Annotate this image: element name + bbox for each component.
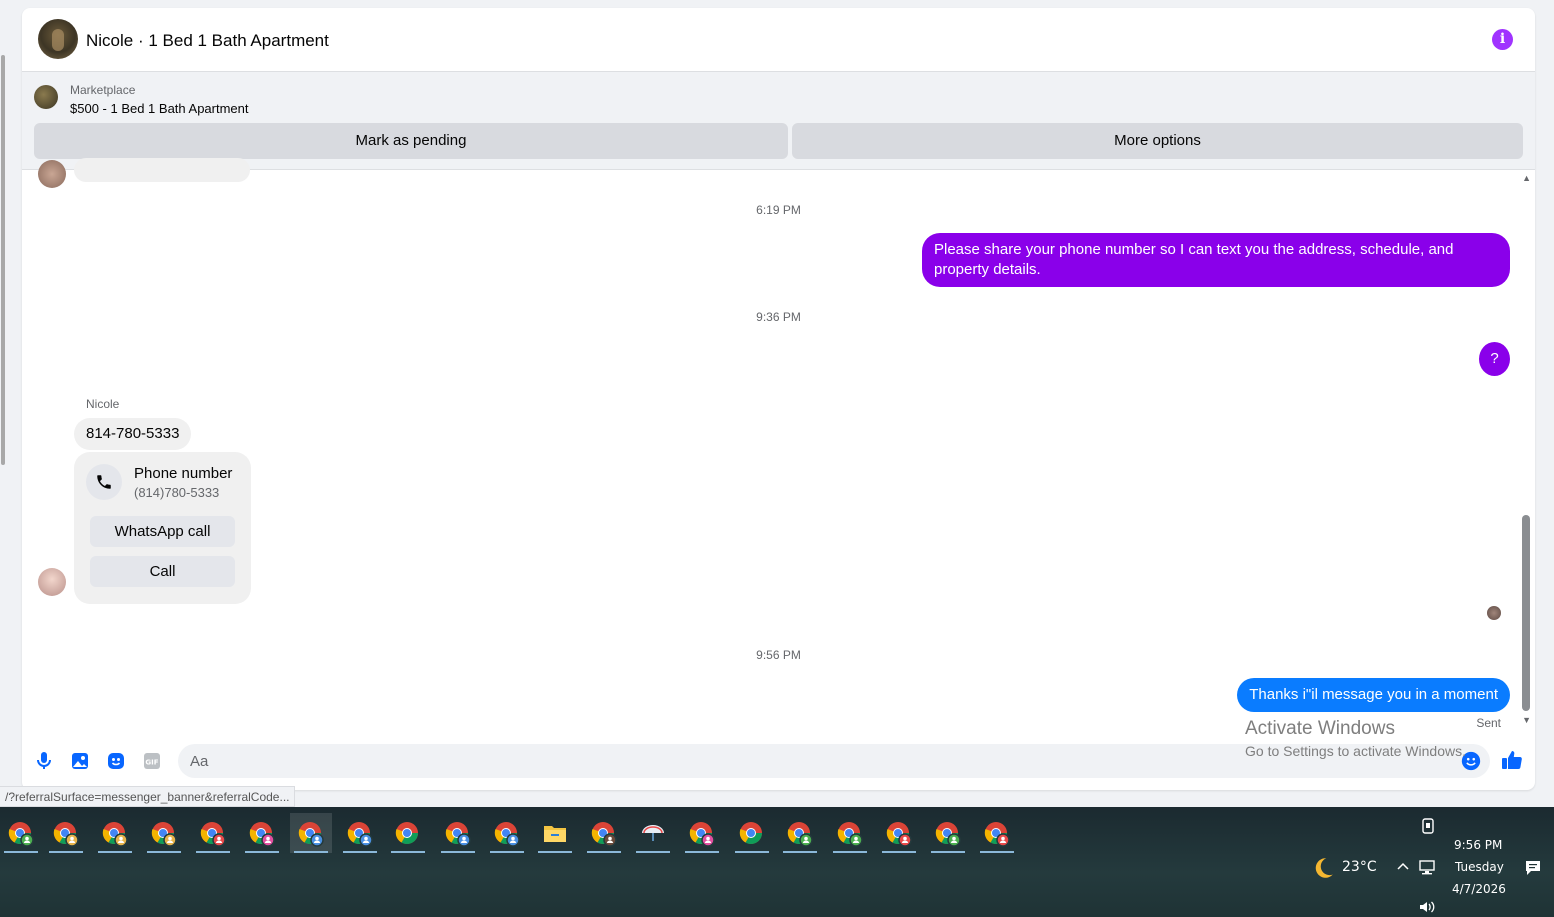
link-preview-url: /?referralSurface=messenger_banner&refer… <box>0 786 296 807</box>
chrome-icon[interactable] <box>387 813 429 853</box>
weather-moon-icon[interactable] <box>1310 855 1336 885</box>
chat-window: Nicole · 1 Bed 1 Bath Apartment i Market… <box>22 8 1535 790</box>
mark-as-pending-button[interactable]: Mark as pending <box>34 123 788 159</box>
sticker-icon[interactable] <box>104 749 128 773</box>
chrome-icon[interactable] <box>681 813 723 853</box>
more-options-button[interactable]: More options <box>792 123 1523 159</box>
timestamp: 6:19 PM <box>756 203 801 217</box>
outgoing-message[interactable]: Please share your phone number so I can … <box>922 233 1510 287</box>
gif-icon[interactable]: GIF <box>140 749 164 773</box>
phone-number-card: Phone number (814)780-5333 WhatsApp call… <box>74 452 251 604</box>
marketplace-label: Marketplace <box>70 83 136 97</box>
clock-day[interactable]: Tuesday <box>1455 860 1504 874</box>
avatar[interactable] <box>38 568 66 596</box>
timestamp: 9:36 PM <box>756 310 801 324</box>
windows-taskbar: 23°C 9:56 PM Tuesday 4/7/2026 <box>0 807 1554 917</box>
message-status: Sent <box>1476 716 1501 730</box>
file-explorer-icon[interactable] <box>534 813 576 853</box>
read-receipt-avatar <box>1487 606 1501 620</box>
sender-name: Nicole <box>86 397 120 411</box>
chrome-icon[interactable] <box>583 813 625 853</box>
call-button[interactable]: Call <box>90 556 235 587</box>
device-icon[interactable] <box>1420 817 1436 839</box>
outgoing-message[interactable]: ? <box>1479 342 1510 376</box>
microphone-icon[interactable] <box>32 749 56 773</box>
chrome-icon[interactable] <box>290 813 332 853</box>
chrome-icon[interactable] <box>94 813 136 853</box>
chrome-icon[interactable] <box>0 813 42 853</box>
scroll-down-arrow-icon[interactable]: ▼ <box>1522 715 1531 725</box>
chrome-icon[interactable] <box>486 813 528 853</box>
incoming-message-partial <box>74 158 250 182</box>
card-title: Phone number <box>134 465 233 482</box>
timestamp: 9:56 PM <box>756 648 801 662</box>
incoming-message[interactable]: 814-780-5333 <box>74 418 192 450</box>
app-icon[interactable] <box>632 813 674 853</box>
listing-title[interactable]: $500 - 1 Bed 1 Bath Apartment <box>70 101 249 116</box>
chrome-icon[interactable] <box>437 813 479 853</box>
clock-time[interactable]: 9:56 PM <box>1454 838 1502 852</box>
message-list: 6:19 PM Please share your phone number s… <box>22 158 1535 742</box>
marketplace-banner: Marketplace $500 - 1 Bed 1 Bath Apartmen… <box>22 72 1535 170</box>
watermark-title: Activate Windows <box>1245 718 1395 739</box>
chrome-icon[interactable] <box>878 813 920 853</box>
weather-temperature[interactable]: 23°C <box>1342 859 1377 875</box>
chrome-icon[interactable] <box>241 813 283 853</box>
chat-title[interactable]: Nicole · 1 Bed 1 Bath Apartment <box>86 31 329 51</box>
chrome-icon[interactable] <box>143 813 185 853</box>
chrome-icon[interactable] <box>779 813 821 853</box>
speaker-icon[interactable] <box>1418 899 1436 917</box>
activate-windows-watermark: Activate Windows Go to Settings to activ… <box>1245 718 1466 759</box>
chrome-icon[interactable] <box>192 813 234 853</box>
phone-icon <box>86 464 122 500</box>
avatar <box>38 160 66 188</box>
scrollbar-thumb[interactable] <box>1 55 5 465</box>
network-icon[interactable] <box>1419 859 1437 879</box>
chrome-icon[interactable] <box>731 813 773 853</box>
scroll-up-arrow-icon[interactable]: ▲ <box>1522 173 1531 183</box>
whatsapp-call-button[interactable]: WhatsApp call <box>90 516 235 547</box>
chrome-icon[interactable] <box>927 813 969 853</box>
browser-left-scrollbar <box>0 0 6 807</box>
clock-date[interactable]: 4/7/2026 <box>1452 882 1506 896</box>
chrome-icon[interactable] <box>45 813 87 853</box>
card-phone-number: (814)780-5333 <box>134 485 220 500</box>
chevron-up-icon[interactable] <box>1396 859 1410 877</box>
watermark-subtitle: Go to Settings to activate Windows. <box>1245 743 1466 759</box>
listing-thumbnail[interactable] <box>34 85 58 109</box>
svg-text:GIF: GIF <box>145 759 158 767</box>
chrome-icon[interactable] <box>976 813 1018 853</box>
notifications-icon[interactable] <box>1524 859 1542 881</box>
photo-icon[interactable] <box>68 749 92 773</box>
scrollbar-thumb[interactable] <box>1522 515 1530 711</box>
info-icon[interactable]: i <box>1492 29 1513 50</box>
chat-header: Nicole · 1 Bed 1 Bath Apartment i <box>22 8 1535 72</box>
outgoing-message[interactable]: Thanks i"il message you in a moment <box>1237 678 1510 712</box>
chrome-icon[interactable] <box>339 813 381 853</box>
contact-avatar[interactable] <box>38 19 78 59</box>
thumbs-up-icon[interactable] <box>1500 748 1524 772</box>
chrome-icon[interactable] <box>829 813 871 853</box>
